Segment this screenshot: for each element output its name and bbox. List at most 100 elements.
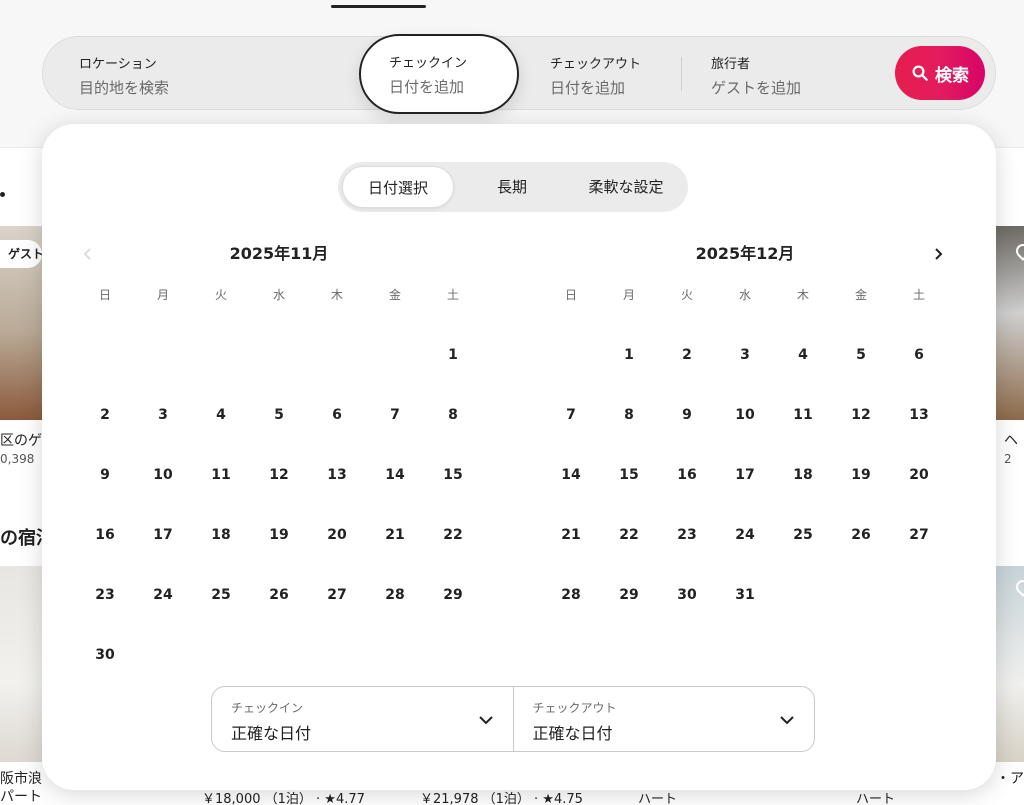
calendar-day-empty bbox=[308, 325, 366, 385]
calendar-day[interactable]: 13 bbox=[890, 385, 948, 445]
weekday-label: 日 bbox=[564, 288, 577, 302]
weekday-label: 木 bbox=[330, 288, 343, 302]
calendar-day[interactable]: 8 bbox=[600, 385, 658, 445]
checkout-field[interactable]: チェックアウト 日付を追加 bbox=[550, 37, 680, 111]
calendar-day[interactable]: 11 bbox=[192, 445, 250, 505]
location-field[interactable]: ロケーション 目的地を検索 bbox=[79, 37, 359, 111]
calendar-day[interactable]: 24 bbox=[716, 505, 774, 565]
calendar-day[interactable]: 21 bbox=[366, 505, 424, 565]
calendar-day[interactable]: 19 bbox=[250, 505, 308, 565]
calendar-day[interactable]: 12 bbox=[250, 445, 308, 505]
tab-monthly[interactable]: 長期 bbox=[456, 166, 568, 208]
calendar-day[interactable]: 30 bbox=[658, 565, 716, 625]
calendar-day[interactable]: 11 bbox=[774, 385, 832, 445]
weekday-label: 土 bbox=[446, 288, 459, 302]
calendar-day[interactable]: 23 bbox=[76, 565, 134, 625]
calendar-day[interactable]: 16 bbox=[76, 505, 134, 565]
calendar-day[interactable]: 28 bbox=[366, 565, 424, 625]
calendar-day[interactable]: 29 bbox=[600, 565, 658, 625]
date-picker-panel: 日付選択 長期 柔軟な設定 2025年11月 日 月 火 水 木 金 土 123… bbox=[42, 124, 996, 790]
calendar-day[interactable]: 15 bbox=[600, 445, 658, 505]
tab-dates[interactable]: 日付選択 bbox=[342, 166, 454, 208]
listing-title[interactable]: ・ア bbox=[996, 768, 1024, 788]
calendar-day[interactable]: 25 bbox=[192, 565, 250, 625]
checkin-flex-dropdown[interactable]: チェックイン 正確な日付 bbox=[212, 687, 513, 751]
listing-subtitle: ハート bbox=[638, 792, 678, 805]
calendar-day[interactable]: 9 bbox=[658, 385, 716, 445]
weekday-header: 日 月 火 水 木 金 土 bbox=[542, 286, 948, 303]
tab-flexible[interactable]: 柔軟な設定 bbox=[568, 166, 684, 208]
calendar-day[interactable]: 10 bbox=[134, 445, 192, 505]
calendar-day[interactable]: 15 bbox=[424, 445, 482, 505]
calendar-day[interactable]: 17 bbox=[134, 505, 192, 565]
calendar-day[interactable]: 21 bbox=[542, 505, 600, 565]
listing-title[interactable]: ヘ bbox=[1004, 430, 1018, 450]
calendar-day[interactable]: 30 bbox=[76, 625, 134, 685]
calendar-day[interactable]: 22 bbox=[424, 505, 482, 565]
calendar-day-empty bbox=[250, 325, 308, 385]
calendar-day[interactable]: 19 bbox=[832, 445, 890, 505]
calendar-day[interactable]: 20 bbox=[890, 445, 948, 505]
calendar-day[interactable]: 28 bbox=[542, 565, 600, 625]
calendar-day[interactable]: 2 bbox=[76, 385, 134, 445]
checkin-label: チェックイン bbox=[389, 56, 468, 71]
weekday-label: 月 bbox=[622, 288, 635, 302]
checkout-value: 日付を追加 bbox=[550, 79, 626, 97]
calendar-day[interactable]: 12 bbox=[832, 385, 890, 445]
checkin-flex-value: 正確な日付 bbox=[231, 724, 312, 743]
calendar-day[interactable]: 1 bbox=[600, 325, 658, 385]
calendar-day[interactable]: 16 bbox=[658, 445, 716, 505]
calendar-day[interactable]: 10 bbox=[716, 385, 774, 445]
calendar-day[interactable]: 6 bbox=[308, 385, 366, 445]
listing-title[interactable]: 阪市浪 bbox=[0, 768, 42, 788]
calendar-day[interactable]: 27 bbox=[308, 565, 366, 625]
calendar-day[interactable]: 23 bbox=[658, 505, 716, 565]
location-input[interactable]: 目的地を検索 bbox=[79, 77, 359, 98]
calendar-day[interactable]: 4 bbox=[774, 325, 832, 385]
calendar-day[interactable]: 31 bbox=[716, 565, 774, 625]
calendar-day[interactable]: 22 bbox=[600, 505, 658, 565]
calendar-day[interactable]: 27 bbox=[890, 505, 948, 565]
calendar-day[interactable]: 25 bbox=[774, 505, 832, 565]
calendar-day[interactable]: 17 bbox=[716, 445, 774, 505]
calendar-day[interactable]: 4 bbox=[192, 385, 250, 445]
chevron-down-icon bbox=[780, 716, 794, 725]
calendar-day[interactable]: 18 bbox=[192, 505, 250, 565]
calendar-day[interactable]: 29 bbox=[424, 565, 482, 625]
listing-image[interactable] bbox=[996, 566, 1024, 762]
calendar-day[interactable]: 9 bbox=[76, 445, 134, 505]
calendar-day[interactable]: 14 bbox=[542, 445, 600, 505]
listing-subtitle: ハート bbox=[856, 792, 896, 805]
weekday-label: 火 bbox=[214, 288, 227, 302]
calendar-day[interactable]: 14 bbox=[366, 445, 424, 505]
calendar-month: 2025年12月 日 月 火 水 木 金 土 1 2 3 4 5 6 7 8 9 10 11 12 13… bbox=[542, 240, 948, 625]
search-button[interactable]: 検索 bbox=[895, 46, 985, 100]
listing-subtitle: パート bbox=[0, 789, 42, 805]
calendar-day[interactable]: 24 bbox=[134, 565, 192, 625]
checkout-flex-label: チェックアウト bbox=[532, 701, 617, 715]
calendar-day[interactable]: 13 bbox=[308, 445, 366, 505]
calendar-day[interactable]: 3 bbox=[716, 325, 774, 385]
calendar-day[interactable]: 2 bbox=[658, 325, 716, 385]
calendar-day-empty bbox=[192, 325, 250, 385]
calendar-day[interactable]: 18 bbox=[774, 445, 832, 505]
calendar-day[interactable]: 7 bbox=[542, 385, 600, 445]
guests-field[interactable]: 旅行者 ゲストを追加 bbox=[711, 37, 871, 111]
checkin-field[interactable]: チェックイン 日付を追加 bbox=[359, 34, 519, 114]
calendar-day[interactable]: 7 bbox=[366, 385, 424, 445]
calendar-day-empty bbox=[76, 325, 134, 385]
calendar-day[interactable]: 3 bbox=[134, 385, 192, 445]
listing-title[interactable]: 区のゲ bbox=[0, 430, 42, 450]
calendar-day[interactable]: 6 bbox=[890, 325, 948, 385]
listing-price: 0,398 bbox=[0, 452, 35, 466]
checkout-flex-dropdown[interactable]: チェックアウト 正確な日付 bbox=[512, 687, 815, 751]
calendar-day[interactable]: 8 bbox=[424, 385, 482, 445]
calendar-day[interactable]: 26 bbox=[832, 505, 890, 565]
calendar-day[interactable]: 26 bbox=[250, 565, 308, 625]
calendar-day[interactable]: 5 bbox=[832, 325, 890, 385]
calendar-day[interactable]: 5 bbox=[250, 385, 308, 445]
day-grid: 1 2 3 4 5 6 7 8 9 10 11 12 13 14 15 16 17 18 19 20 21 22 23 24 2… bbox=[542, 325, 948, 625]
calendar-day[interactable]: 1 bbox=[424, 325, 482, 385]
listing-image[interactable] bbox=[0, 566, 42, 762]
calendar-day[interactable]: 20 bbox=[308, 505, 366, 565]
